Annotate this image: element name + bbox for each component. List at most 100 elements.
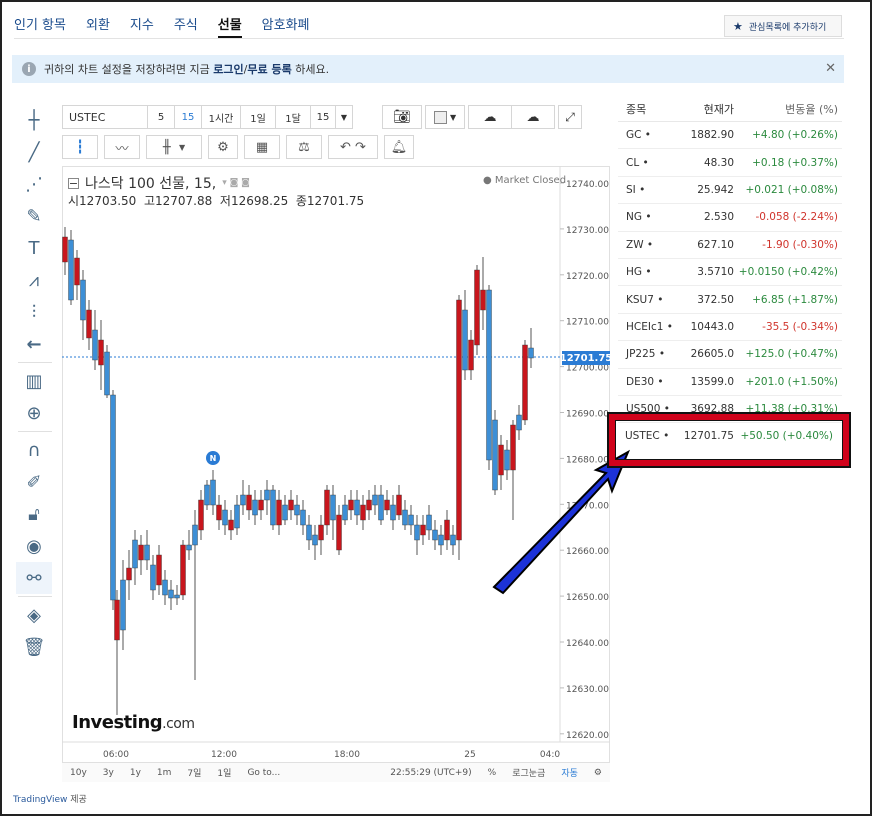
row-symbol: HCEIc1 • <box>626 320 673 333</box>
candle-body <box>86 309 92 339</box>
range-1m[interactable]: 1m <box>149 768 180 778</box>
x-tick-label: 12:00 <box>211 750 237 760</box>
watchlist-row[interactable]: KSU7 • 372.50 +6.85 (+1.87%) <box>618 286 842 314</box>
y-tick-label: 12630.00 <box>566 685 609 695</box>
range-1d[interactable]: 1일 <box>209 766 239 779</box>
watchlist-row[interactable]: NG • 2.530 -0.058 (-2.24%) <box>618 204 842 232</box>
candle-body <box>432 529 438 541</box>
row-change: -35.5 (-0.34%) <box>762 320 838 333</box>
high-label: 고 <box>143 194 155 208</box>
candle-body <box>258 499 264 511</box>
row-price: 10443.0 <box>690 320 734 333</box>
row-symbol-text: GC <box>626 129 642 142</box>
instrument-title: 나스닥 100 선물, 15, <box>85 176 217 192</box>
row-symbol-text: USTEC <box>625 430 660 442</box>
candle-body <box>372 494 378 506</box>
watchlist-row[interactable]: HG • 3.5710 +0.0150 (+0.42%) <box>618 259 842 287</box>
log-scale-toggle[interactable]: 로그눈금 <box>504 766 553 779</box>
candle-body <box>80 279 86 321</box>
low-label: 저 <box>219 194 231 208</box>
candle-body <box>402 509 408 526</box>
candle-body <box>378 494 384 521</box>
candle-body <box>68 239 74 301</box>
candle-body <box>168 589 174 599</box>
row-symbol-text: HG <box>626 266 643 279</box>
watchlist-header: 종목 현재가 변동율 (%) <box>618 96 842 122</box>
row-price: 627.10 <box>697 238 734 251</box>
row-change: +50.50 (+0.40%) <box>740 430 833 442</box>
watchlist-row[interactable]: GC • 1882.90 +4.80 (+0.26%) <box>618 122 842 150</box>
news-event-badge[interactable]: N <box>206 451 220 465</box>
watchlist-row[interactable]: SI • 25.942 +0.021 (+0.08%) <box>618 177 842 205</box>
goto-button[interactable]: Go to... <box>239 768 288 778</box>
candle-body <box>92 329 98 361</box>
tradingview-credit[interactable]: TradingView 제공 <box>13 792 87 805</box>
y-tick-label: 12640.00 <box>566 639 609 649</box>
row-symbol: ZW • <box>626 238 654 251</box>
range-3y[interactable]: 3y <box>95 768 122 778</box>
row-symbol: USTEC • <box>625 430 670 442</box>
close-label: 종 <box>295 194 307 208</box>
candle-body <box>98 339 104 366</box>
row-symbol-text: ZW <box>626 238 644 251</box>
row-symbol-text: JP225 <box>626 348 656 361</box>
row-symbol-text: SI <box>626 183 636 196</box>
candle-body <box>300 509 306 526</box>
candle-body <box>210 479 216 506</box>
candle-body <box>444 519 450 541</box>
candle-body <box>126 567 132 581</box>
candle-body <box>336 514 342 551</box>
candle-body <box>498 444 504 476</box>
collapse-icon[interactable]: − <box>68 177 79 190</box>
watchlist-row[interactable]: ZW • 627.10 -1.90 (-0.30%) <box>618 232 842 259</box>
percent-toggle[interactable]: % <box>480 768 505 778</box>
watchlist-row-ustec[interactable]: USTEC • 12701.75 +50.50 (+0.40%) <box>619 423 837 449</box>
candle-body <box>264 489 270 501</box>
x-tick-label: 06:00 <box>103 750 129 760</box>
range-1y[interactable]: 1y <box>122 768 149 778</box>
candle-body <box>120 579 126 631</box>
watchlist-row[interactable]: JP225 • 26605.0 +125.0 (+0.47%) <box>618 341 842 369</box>
candle-body <box>522 344 528 421</box>
gear-icon[interactable]: ⚙ <box>586 768 610 778</box>
row-change: -1.90 (-0.30%) <box>762 238 838 251</box>
row-price: 3.5710 <box>697 266 734 279</box>
chart-bottom-bar: 10y 3y 1y 1m 7일 1일 Go to... 22:55:29 (UT… <box>62 762 610 782</box>
watchlist-row[interactable]: DE30 • 13599.0 +201.0 (+1.50%) <box>618 369 842 396</box>
row-change: -0.058 (-2.24%) <box>755 211 838 224</box>
candle-body <box>138 544 144 561</box>
row-symbol: JP225 • <box>626 348 666 361</box>
current-price-tag: 12701.75 <box>559 351 613 365</box>
watchlist-row[interactable]: CL • 48.30 +0.18 (+0.37%) <box>618 149 842 177</box>
watchlist-row[interactable]: HCEIc1 • 10443.0 -35.5 (-0.34%) <box>618 314 842 342</box>
candle-body <box>360 504 366 521</box>
candle-body <box>342 504 348 521</box>
candle-body <box>456 299 462 541</box>
candle-body <box>450 534 456 546</box>
y-tick-label: 12650.00 <box>566 593 609 603</box>
candle-body <box>414 524 420 541</box>
row-change: +6.85 (+1.87%) <box>752 293 838 306</box>
candle-body <box>486 289 492 461</box>
candle-body <box>474 269 480 346</box>
clock: 22:55:29 (UTC+9) <box>390 767 472 778</box>
row-symbol-text: CL <box>626 156 640 169</box>
candle-body <box>240 494 246 506</box>
candle-body <box>480 289 486 311</box>
candle-body <box>294 504 300 516</box>
candle-body <box>270 489 276 526</box>
row-symbol-text: HCEIc1 <box>626 320 664 333</box>
auto-scale-toggle[interactable]: 자동 <box>553 766 586 779</box>
row-price: 372.50 <box>697 293 734 306</box>
range-7d[interactable]: 7일 <box>179 766 209 779</box>
range-10y[interactable]: 10y <box>62 768 95 778</box>
row-price: 1882.90 <box>690 129 734 142</box>
candle-body <box>198 499 204 531</box>
settings-icons[interactable]: ▾ ◙ ◙ <box>222 178 250 188</box>
candle-body <box>192 524 198 546</box>
low-value: 12698.25 <box>230 194 289 208</box>
market-status: ● Market Closed <box>483 175 567 186</box>
row-price: 13599.0 <box>690 375 734 388</box>
candle-body <box>504 449 510 471</box>
candle-body <box>156 554 162 586</box>
